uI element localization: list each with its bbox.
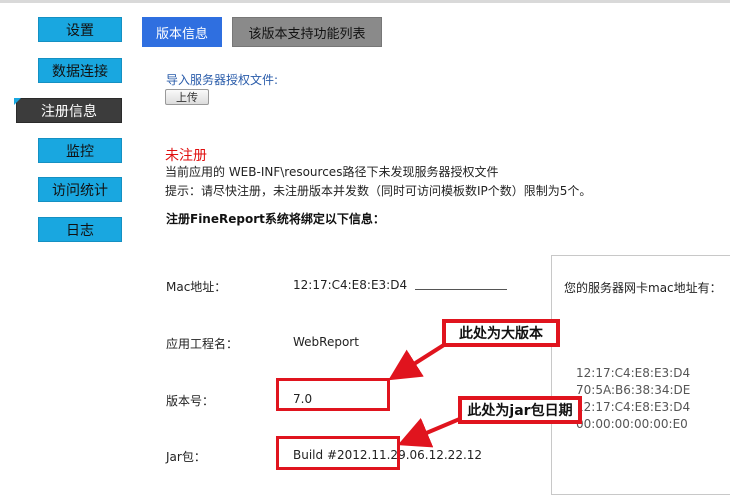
sidebar-item-monitor[interactable]: 监控 bbox=[38, 138, 122, 163]
active-marker-icon bbox=[14, 98, 21, 105]
status-message: 当前应用的 WEB-INF\resources路径下未发现服务器授权文件 bbox=[165, 165, 499, 179]
upload-button[interactable]: 上传 bbox=[165, 89, 209, 105]
tab-feature-list[interactable]: 该版本支持功能列表 bbox=[232, 17, 382, 47]
tab-version-info[interactable]: 版本信息 bbox=[142, 17, 222, 47]
status-hint: 提示：请尽快注册，未注册版本并发数（同时可访问模板数IP个数）限制为5个。 bbox=[165, 184, 592, 198]
sidebar-item-data-connection[interactable]: 数据连接 bbox=[38, 58, 122, 83]
version-highlight-box bbox=[276, 378, 390, 411]
sidebar-item-registration[interactable]: 注册信息 bbox=[16, 98, 122, 123]
sidebar-item-log[interactable]: 日志 bbox=[38, 217, 122, 242]
mac-address-item: 12:17:C4:E8:E3:D4 bbox=[576, 366, 691, 380]
app-label: 应用工程名： bbox=[166, 337, 239, 351]
version-label: 版本号： bbox=[166, 394, 215, 408]
top-border bbox=[0, 0, 730, 3]
sidebar-item-settings[interactable]: 设置 bbox=[38, 17, 122, 42]
mac-address-item: 12:17:C4:E8:E3:D4 bbox=[576, 400, 691, 414]
mac-value: 12:17:C4:E8:E3:D4 bbox=[293, 278, 408, 292]
arrow-to-jar bbox=[397, 416, 463, 448]
callout-jar-date: 此处为jar包日期 bbox=[458, 396, 582, 424]
sidebar-item-access-stats[interactable]: 访问统计 bbox=[38, 177, 122, 202]
binding-title: 注册FineReport系统将绑定以下信息： bbox=[166, 212, 385, 226]
status-title: 未注册 bbox=[165, 148, 207, 164]
arrow-to-version bbox=[388, 341, 449, 381]
mac-address-item: 70:5A:B6:38:34:DE bbox=[576, 383, 691, 397]
jar-highlight-box bbox=[276, 436, 400, 470]
callout-big-version: 此处为大版本 bbox=[442, 319, 560, 347]
mac-underline bbox=[415, 289, 507, 290]
jar-label: Jar包： bbox=[166, 450, 206, 464]
mac-panel-title: 您的服务器网卡mac地址有： bbox=[564, 281, 722, 295]
mac-address-item: 00:00:00:00:00:E0 bbox=[576, 417, 688, 431]
mac-address-panel: 您的服务器网卡mac地址有： 12:17:C4:E8:E3:D4 70:5A:B… bbox=[551, 255, 730, 495]
app-value: WebReport bbox=[293, 335, 359, 349]
import-license-label: 导入服务器授权文件: bbox=[166, 73, 279, 87]
mac-label: Mac地址： bbox=[166, 280, 227, 294]
